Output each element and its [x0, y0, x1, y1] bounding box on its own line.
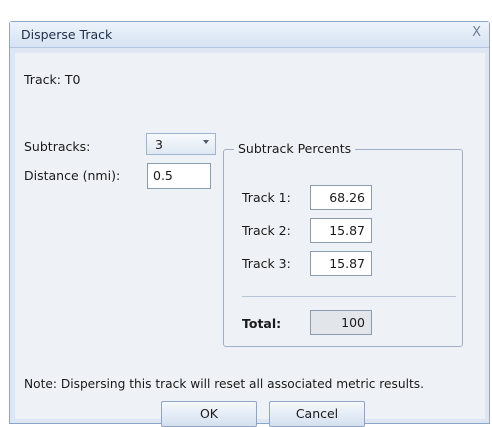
total-label: Total:	[242, 316, 282, 331]
dialog-body: Track: T0 Subtracks: 3 Distance (nmi): 0…	[15, 53, 485, 427]
subtracks-dropdown[interactable]: 3	[146, 133, 216, 155]
track-1-label: Track 1:	[242, 190, 291, 205]
distance-field[interactable]: 0.5	[147, 163, 211, 189]
chevron-down-icon	[203, 140, 209, 144]
track-label: Track: T0	[24, 72, 81, 87]
track-3-percent-value: 15.87	[329, 256, 365, 271]
track-1-percent-value: 68.26	[329, 190, 365, 205]
track-3-label: Track 3:	[242, 256, 291, 271]
distance-value: 0.5	[153, 168, 173, 183]
reset-note: Note: Dispersing this track will reset a…	[24, 377, 425, 391]
group-title: Subtrack Percents	[234, 141, 356, 156]
disperse-track-dialog: Disperse Track X Track: T0 Subtracks: 3 …	[9, 21, 490, 427]
ok-button[interactable]: OK	[161, 401, 257, 427]
title-bar[interactable]: Disperse Track X	[10, 22, 489, 48]
track-1-percent-field[interactable]: 68.26	[310, 185, 372, 210]
cancel-button[interactable]: Cancel	[269, 401, 365, 427]
track-2-percent-value: 15.87	[329, 223, 365, 238]
subtrack-percents-group: Subtrack Percents Track 1: 68.26 Track 2…	[223, 141, 463, 347]
track-3-percent-field[interactable]: 15.87	[310, 251, 372, 276]
total-value: 100	[341, 315, 365, 330]
track-2-label: Track 2:	[242, 223, 291, 238]
close-icon[interactable]: X	[472, 25, 481, 40]
dialog-title: Disperse Track	[21, 27, 113, 42]
track-2-percent-field[interactable]: 15.87	[310, 218, 372, 243]
subtracks-label: Subtracks:	[24, 139, 91, 154]
distance-label: Distance (nmi):	[24, 168, 121, 183]
subtracks-value: 3	[155, 137, 163, 152]
total-divider	[242, 296, 456, 297]
total-field: 100	[310, 310, 372, 335]
